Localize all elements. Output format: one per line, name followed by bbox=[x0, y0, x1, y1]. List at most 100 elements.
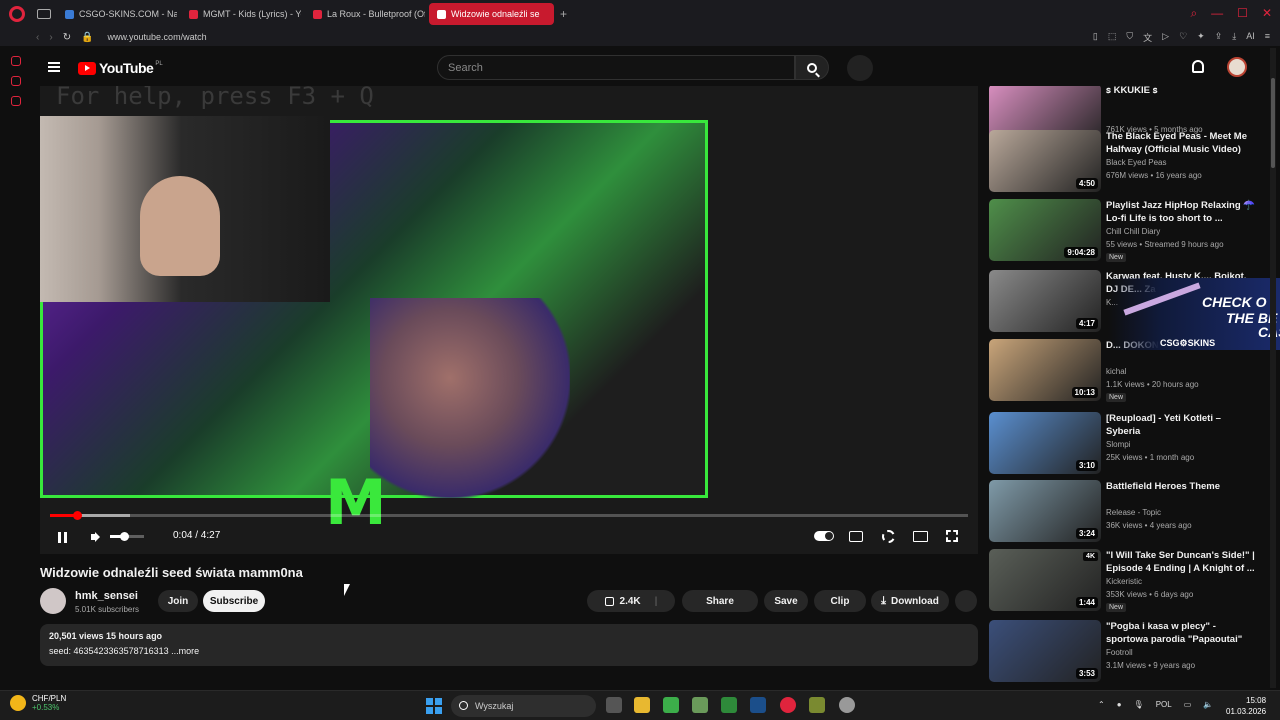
clip-button[interactable]: Clip bbox=[814, 590, 866, 612]
channel-avatar[interactable] bbox=[40, 588, 66, 614]
download-icon[interactable]: ⤓ bbox=[1232, 31, 1236, 44]
volume-knob[interactable] bbox=[119, 532, 129, 541]
speaker-icon[interactable]: 🔈 bbox=[1203, 700, 1213, 709]
ad-overlay[interactable]: CHECK O THE BE CAS CSG⚙SKINS bbox=[1108, 278, 1280, 350]
back-icon[interactable]: ‹ bbox=[36, 32, 39, 43]
taskbar-search[interactable]: Wyszukaj bbox=[451, 695, 596, 717]
network-icon[interactable]: ▭ bbox=[1184, 700, 1192, 709]
volume-slider[interactable] bbox=[110, 532, 144, 541]
reload-icon[interactable]: ↻ bbox=[63, 32, 71, 43]
subscribe-button[interactable]: Subscribe bbox=[203, 590, 265, 612]
page-scrollbar[interactable] bbox=[1270, 48, 1276, 688]
voice-search-button[interactable] bbox=[847, 55, 873, 81]
notepad-icon[interactable] bbox=[721, 697, 737, 713]
fullscreen-button[interactable] bbox=[942, 528, 962, 544]
recommendation-thumbnail[interactable]: 4:17 bbox=[989, 270, 1101, 332]
recommendation-item[interactable]: 4:50 The Black Eyed Peas - Meet Me Halfwa… bbox=[988, 130, 1266, 194]
browser-tab[interactable]: Widzowie odnaleźli se bbox=[429, 3, 554, 25]
forward-icon[interactable]: › bbox=[49, 32, 52, 43]
description-box[interactable]: 20,501 views 15 hours ago seed: 46354233… bbox=[40, 624, 978, 666]
volume-button[interactable] bbox=[88, 528, 102, 546]
new-tab-button[interactable]: + bbox=[560, 7, 567, 21]
recommendation-item[interactable]: 1:44 4K "I Will Take Ser Duncan's Side!" |… bbox=[988, 549, 1266, 613]
shield-icon[interactable]: ⛉ bbox=[1126, 31, 1133, 44]
snapshot-icon[interactable]: ⬚ bbox=[1108, 31, 1117, 44]
tray-expand-icon[interactable]: ⌃ bbox=[1098, 700, 1105, 709]
recommendation-thumbnail[interactable]: 10:13 bbox=[989, 339, 1101, 401]
start-button-icon[interactable] bbox=[426, 698, 442, 714]
recommendation-thumbnail[interactable]: 4:50 bbox=[989, 130, 1101, 192]
recommendation-item[interactable]: 3:10 [Reupload] - Yeti Kotleti – Syberia S… bbox=[988, 412, 1266, 476]
account-avatar[interactable] bbox=[1227, 57, 1247, 77]
youtube-logo[interactable]: YouTube PL bbox=[78, 60, 163, 76]
opera-taskbar-icon[interactable] bbox=[780, 697, 796, 713]
search-tabs-icon[interactable]: ⌕ bbox=[1190, 6, 1197, 21]
search-input[interactable]: Search bbox=[437, 55, 795, 80]
join-button[interactable]: Join bbox=[158, 590, 198, 612]
recommendation-thumbnail[interactable]: 3:10 bbox=[989, 412, 1101, 474]
recommendation-thumbnail[interactable]: 1:44 4K bbox=[989, 549, 1101, 611]
recommendation-title[interactable]: Playlist Jazz HipHop Relaxing ☂️ Lo-fi L… bbox=[1106, 199, 1256, 225]
more-actions-button[interactable] bbox=[955, 590, 977, 612]
recommendation-title[interactable]: ꜱ KKUKIE ꜱ bbox=[1106, 86, 1256, 97]
browser-tab[interactable]: La Roux - Bulletproof (Offi bbox=[305, 3, 425, 25]
app-icon-1[interactable] bbox=[663, 697, 679, 713]
file-explorer-icon[interactable] bbox=[634, 697, 650, 713]
aria-icon[interactable] bbox=[11, 56, 21, 66]
recommendation-title[interactable]: "I Will Take Ser Duncan's Side!" | Episo… bbox=[1106, 549, 1256, 575]
maximize-button[interactable]: ☐ bbox=[1237, 6, 1248, 21]
extensions-icon[interactable]: ✦ bbox=[1197, 31, 1205, 44]
recommendation-title[interactable]: The Black Eyed Peas - Meet Me Halfway (O… bbox=[1106, 130, 1256, 156]
clock[interactable]: 15:08 01.03.2026 bbox=[1226, 695, 1266, 717]
app-icon-2[interactable] bbox=[809, 697, 825, 713]
captions-button[interactable] bbox=[846, 528, 866, 544]
recommendation-thumbnail[interactable]: 9:04:28 bbox=[989, 199, 1101, 261]
recommendation-title[interactable]: [Reupload] - Yeti Kotleti – Syberia bbox=[1106, 412, 1256, 438]
minimize-button[interactable]: — bbox=[1211, 6, 1223, 21]
notifications-bell-icon[interactable] bbox=[1192, 60, 1204, 73]
theater-mode-button[interactable] bbox=[910, 528, 930, 544]
language-indicator[interactable]: POL bbox=[1156, 700, 1172, 709]
tray-app-icon[interactable]: ● bbox=[1117, 700, 1122, 709]
download-button[interactable]: ⤓ Download bbox=[871, 590, 949, 612]
heart-icon[interactable]: ♡ bbox=[1179, 31, 1187, 44]
like-button[interactable]: 2.4K | bbox=[587, 590, 675, 612]
app-icon-3[interactable] bbox=[839, 697, 855, 713]
chat-icon[interactable] bbox=[11, 96, 21, 106]
video-player[interactable]: For help, press F3 + Q M 0:04 / 4:27 bbox=[40, 86, 978, 554]
progress-scrubber[interactable] bbox=[72, 511, 82, 520]
player-icon[interactable]: ▷ bbox=[1162, 31, 1169, 44]
messenger-icon[interactable] bbox=[11, 76, 21, 86]
guide-menu-icon[interactable] bbox=[48, 62, 60, 72]
save-button[interactable]: Save bbox=[764, 590, 808, 612]
autoplay-toggle[interactable] bbox=[814, 528, 834, 544]
task-view-icon[interactable] bbox=[606, 697, 622, 713]
share-button[interactable]: Share bbox=[682, 590, 758, 612]
share-icon[interactable]: ⇪ bbox=[1215, 31, 1223, 44]
recommendation-item[interactable]: 3:24 Battlefield Heroes Theme Release - To… bbox=[988, 480, 1266, 544]
close-button[interactable]: ✕ bbox=[1262, 6, 1272, 21]
workspaces-icon[interactable] bbox=[37, 9, 51, 19]
steam-icon[interactable] bbox=[750, 697, 766, 713]
opera-menu-icon[interactable] bbox=[9, 6, 25, 22]
search-button[interactable] bbox=[795, 55, 829, 80]
browser-tab[interactable]: MGMT - Kids (Lyrics) - Yo bbox=[181, 3, 301, 25]
bookmark-icon[interactable]: ▯ bbox=[1093, 31, 1098, 44]
recommendation-thumbnail[interactable]: 3:24 bbox=[989, 480, 1101, 542]
translate-icon[interactable]: 文 bbox=[1143, 31, 1152, 44]
channel-name[interactable]: hmk_sensei bbox=[75, 590, 138, 602]
ai-button[interactable]: AI bbox=[1246, 31, 1255, 44]
pause-button[interactable] bbox=[56, 528, 68, 546]
browser-tab[interactable]: CSGO-SKINS.COM - Najle bbox=[57, 3, 177, 25]
microphone-icon[interactable]: 🎙 bbox=[1134, 700, 1144, 709]
progress-bar[interactable] bbox=[50, 511, 968, 520]
minecraft-icon[interactable] bbox=[692, 697, 708, 713]
recommendation-thumbnail[interactable]: 3:53 bbox=[989, 620, 1101, 682]
settings-button[interactable] bbox=[878, 528, 898, 544]
menu-icon[interactable]: ≡ bbox=[1265, 31, 1270, 44]
stock-widget[interactable]: CHF/PLN +0.53% bbox=[10, 694, 66, 712]
recommendation-item[interactable]: 3:53 "Pogba i kasa w plecy" - sportowa pa… bbox=[988, 620, 1266, 684]
recommendation-title[interactable]: Battlefield Heroes Theme bbox=[1106, 480, 1256, 493]
url-field[interactable]: www.youtube.com/watch bbox=[108, 32, 207, 42]
recommendation-item[interactable]: 9:04:28 Playlist Jazz HipHop Relaxing ☂️ … bbox=[988, 199, 1266, 263]
